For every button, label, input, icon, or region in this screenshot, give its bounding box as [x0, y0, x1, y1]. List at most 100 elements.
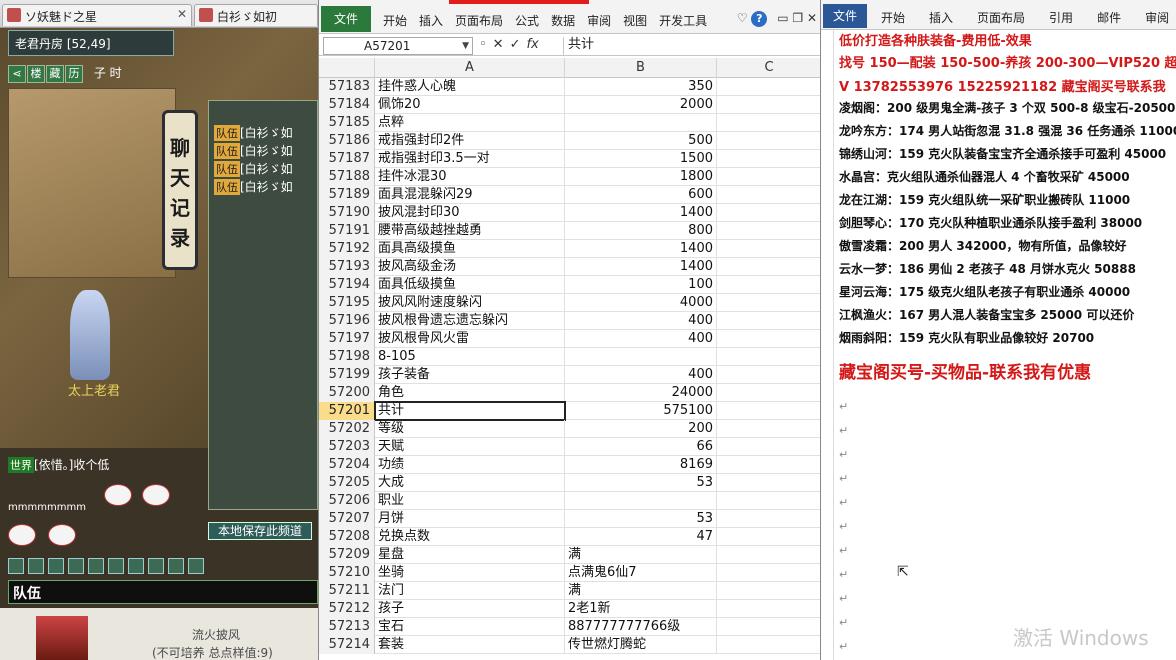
game-tab-2[interactable]: 白衫ゞ如初	[194, 4, 318, 26]
cell-c[interactable]	[717, 420, 820, 438]
row-number[interactable]: 57196	[319, 312, 375, 330]
function-icon[interactable]: fx	[526, 37, 538, 52]
row-number[interactable]: 57201	[319, 402, 375, 420]
cell-c[interactable]	[717, 330, 820, 348]
cell-c[interactable]	[717, 240, 820, 258]
share-icon[interactable]: ⋖	[8, 65, 26, 83]
cell-c[interactable]	[717, 294, 820, 312]
help-icon[interactable]: ?	[751, 11, 768, 27]
word-file-tab[interactable]: 文件	[823, 4, 867, 28]
row-number[interactable]: 57183	[319, 78, 375, 96]
cell-b[interactable]: 100	[565, 276, 717, 294]
row-number[interactable]: 57193	[319, 258, 375, 276]
table-row[interactable]: 57205 大成 53	[319, 474, 820, 492]
table-row[interactable]: 57208 兑换点数 47	[319, 528, 820, 546]
cell-b[interactable]: 传世燃灯腾蛇	[565, 636, 717, 654]
row-number[interactable]: 57190	[319, 204, 375, 222]
table-row[interactable]: 57207 月饼 53	[319, 510, 820, 528]
game-room-floor[interactable]	[8, 88, 176, 278]
cell-a[interactable]: 套装	[375, 636, 565, 654]
cell-b[interactable]: 点满鬼6仙7	[565, 564, 717, 582]
cell-c[interactable]	[717, 150, 820, 168]
cell-b[interactable]: 1400	[565, 258, 717, 276]
cell-b[interactable]: 4000	[565, 294, 717, 312]
quick-button-2[interactable]: 藏	[46, 65, 64, 83]
cell-a[interactable]: 职业	[375, 492, 565, 510]
cell-c[interactable]	[717, 366, 820, 384]
row-number[interactable]: 57209	[319, 546, 375, 564]
cell-b[interactable]: 575100	[565, 402, 717, 420]
cell-b[interactable]	[565, 348, 717, 366]
cell-a[interactable]: 戒指强封印3.5一对	[375, 150, 565, 168]
cell-b[interactable]	[565, 492, 717, 510]
column-header-a[interactable]: A	[375, 58, 565, 78]
cell-a[interactable]: 宝石	[375, 618, 565, 636]
toolbar-icon[interactable]	[128, 558, 144, 574]
cell-a[interactable]: 法门	[375, 582, 565, 600]
cell-a[interactable]: 8-105	[375, 348, 565, 366]
cell-b[interactable]: 887777777766级	[565, 618, 717, 636]
cell-b[interactable]: 满	[565, 582, 717, 600]
cell-b[interactable]	[565, 114, 717, 132]
quick-button-1[interactable]: 楼	[27, 65, 45, 83]
table-row[interactable]: 57209 星盘满	[319, 546, 820, 564]
cell-a[interactable]: 星盘	[375, 546, 565, 564]
row-number[interactable]: 57187	[319, 150, 375, 168]
ribbon-tab[interactable]: 开发工具	[659, 14, 707, 28]
row-number[interactable]: 57194	[319, 276, 375, 294]
quick-button-3[interactable]: 历	[65, 65, 83, 83]
row-number[interactable]: 57206	[319, 492, 375, 510]
cell-a[interactable]: 腰带高级越挫越勇	[375, 222, 565, 240]
cell-a[interactable]: 功绩	[375, 456, 565, 474]
cell-b[interactable]: 500	[565, 132, 717, 150]
chat-line[interactable]: 队伍 [白衫ゞ如	[214, 160, 293, 177]
cell-a[interactable]: 兑换点数	[375, 528, 565, 546]
cell-a[interactable]: 大成	[375, 474, 565, 492]
cell-b[interactable]: 350	[565, 78, 717, 96]
toolbar-icon[interactable]	[108, 558, 124, 574]
row-number[interactable]: 57188	[319, 168, 375, 186]
excel-file-tab[interactable]: 文件	[321, 6, 371, 32]
npc-character[interactable]	[70, 290, 110, 380]
cell-b[interactable]: 400	[565, 330, 717, 348]
cell-b[interactable]: 47	[565, 528, 717, 546]
ribbon-tab[interactable]: 页面布局	[455, 14, 503, 28]
cell-b[interactable]: 1800	[565, 168, 717, 186]
cell-a[interactable]: 面具混混躲闪29	[375, 186, 565, 204]
row-number[interactable]: 57202	[319, 420, 375, 438]
toolbar-icon[interactable]	[88, 558, 104, 574]
cell-b[interactable]: 24000	[565, 384, 717, 402]
row-number[interactable]: 57198	[319, 348, 375, 366]
cell-b[interactable]: 600	[565, 186, 717, 204]
cell-b[interactable]: 1400	[565, 240, 717, 258]
row-number[interactable]: 57185	[319, 114, 375, 132]
ribbon-tab[interactable]: 开始	[383, 14, 407, 28]
cell-c[interactable]	[717, 438, 820, 456]
cell-c[interactable]	[717, 564, 820, 582]
close-icon[interactable]: ✕	[177, 7, 187, 21]
table-row[interactable]: 57186 戒指强封印2件 500	[319, 132, 820, 150]
world-chat-line[interactable]: 世界 [依惜。]收个低	[8, 456, 109, 473]
row-number[interactable]: 57207	[319, 510, 375, 528]
cell-b[interactable]: 66	[565, 438, 717, 456]
cell-a[interactable]: 披风根骨遗忘遗忘躲闪	[375, 312, 565, 330]
cell-c[interactable]	[717, 168, 820, 186]
table-row[interactable]: 57202 等级 200	[319, 420, 820, 438]
cell-b[interactable]: 满	[565, 546, 717, 564]
table-row[interactable]: 57198 8-105	[319, 348, 820, 366]
cell-c[interactable]	[717, 384, 820, 402]
toolbar-icon[interactable]	[28, 558, 44, 574]
row-number[interactable]: 57189	[319, 186, 375, 204]
row-number[interactable]: 57199	[319, 366, 375, 384]
restore-icon[interactable]: ❐	[792, 11, 807, 25]
ribbon-tab[interactable]: 插入	[419, 14, 443, 28]
cell-c[interactable]	[717, 600, 820, 618]
chat-line[interactable]: 队伍 [白衫ゞ如	[214, 124, 293, 141]
ribbon-tab[interactable]: 开始	[881, 11, 905, 25]
cell-c[interactable]	[717, 114, 820, 132]
table-row[interactable]: 57194 面具低级摸鱼 100	[319, 276, 820, 294]
ribbon-tab[interactable]: 视图	[623, 14, 647, 28]
cell-c[interactable]	[717, 258, 820, 276]
toolbar-icon[interactable]	[8, 558, 24, 574]
table-row[interactable]: 57210 坐骑 点满鬼6仙7	[319, 564, 820, 582]
